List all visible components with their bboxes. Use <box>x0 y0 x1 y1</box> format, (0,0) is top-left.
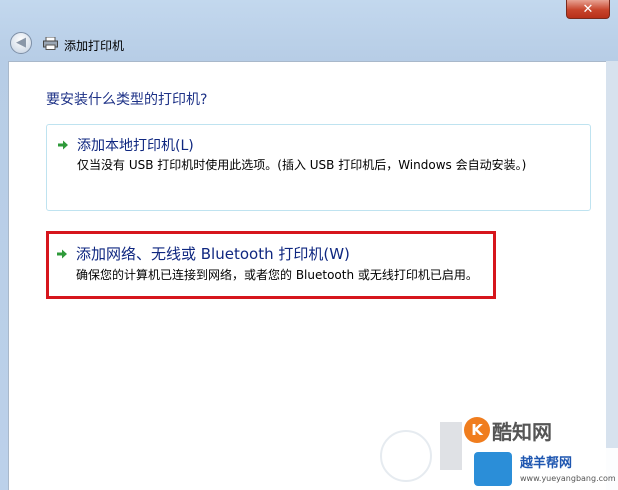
yueyangbang-logo-text: 越羊帮网 <box>520 456 573 471</box>
green-arrow-icon <box>57 249 67 259</box>
scrollbar[interactable] <box>606 61 618 490</box>
option-add-network-printer[interactable]: 添加网络、无线或 Bluetooth 打印机(W) 确保您的计算机已连接到网络，… <box>46 231 496 299</box>
kuzhi-logo-text: 酷知网 <box>492 419 552 444</box>
yueyangbang-url: www.yueyangbang.com <box>520 474 616 483</box>
option-add-local-printer[interactable]: 添加本地打印机(L) 仅当没有 USB 打印机时使用此选项。(插入 USB 打印… <box>46 124 591 211</box>
window-title: 添加打印机 <box>64 39 125 53</box>
window-frame: ✕ ◀ 添加打印机 要安装什么类型的打印机? 添加本地打印机(L) 仅当没有 U… <box>0 0 618 490</box>
navigation-bar: ◀ 添加打印机 <box>0 28 618 61</box>
kuzhi-logo: K 酷知网 <box>464 414 552 446</box>
green-arrow-icon <box>58 140 68 150</box>
option-description: 仅当没有 USB 打印机时使用此选项。(插入 USB 打印机后，Windows … <box>77 158 527 172</box>
printer-icon <box>43 37 58 50</box>
watermark-circle <box>380 430 432 482</box>
back-arrow-icon: ◀ <box>16 35 26 50</box>
close-button[interactable]: ✕ <box>566 0 610 19</box>
yueyangbang-logo: 越羊帮网 www.yueyangbang.com <box>470 448 618 490</box>
watermark-block <box>440 422 462 470</box>
close-icon: ✕ <box>582 2 594 17</box>
wifi-logo-icon <box>474 452 512 486</box>
back-button[interactable]: ◀ <box>10 32 32 54</box>
page-title: 要安装什么类型的打印机? <box>46 92 208 108</box>
kuzhi-logo-mark: K <box>464 417 490 443</box>
option-title: 添加本地打印机(L) <box>77 138 194 154</box>
option-description: 确保您的计算机已连接到网络，或者您的 Bluetooth 或无线打印机已启用。 <box>76 268 478 282</box>
option-title: 添加网络、无线或 Bluetooth 打印机(W) <box>76 245 350 263</box>
